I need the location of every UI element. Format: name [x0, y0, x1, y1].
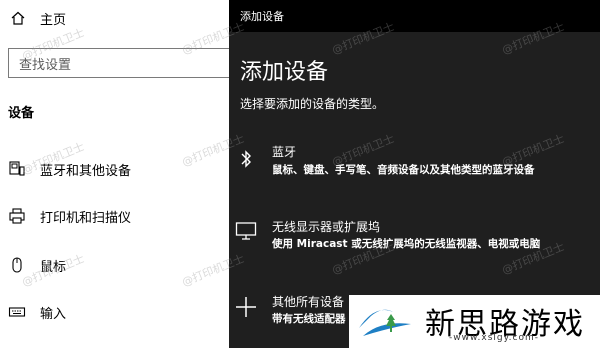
logo-url: -www.xslgy.com-: [449, 333, 539, 343]
dialog-subtitle: 选择要添加的设备的类型。: [240, 97, 385, 111]
option-title: 其他所有设备: [272, 295, 345, 309]
site-logo: 新思路游戏 -www.xslgy.com-: [349, 295, 600, 348]
home-nav-item[interactable]: 主页: [10, 8, 66, 28]
mouse-icon: [8, 256, 26, 274]
option-description: 带有无线适配器: [272, 313, 346, 325]
keyboard-icon: [8, 303, 26, 321]
sidebar-item-printers[interactable]: 打印机和扫描仪: [8, 205, 131, 227]
bluetooth-icon: [235, 148, 257, 170]
home-label: 主页: [40, 12, 67, 28]
sidebar-item-label: 输入: [40, 306, 67, 322]
sidebar-item-typing[interactable]: 输入: [8, 301, 66, 323]
option-description: 鼠标、键盘、手写笔、音频设备以及其他类型的蓝牙设备: [272, 164, 535, 176]
option-title: 蓝牙: [272, 145, 297, 159]
home-icon: [10, 10, 26, 26]
logo-mark-icon: [359, 309, 411, 336]
sidebar-item-label: 打印机和扫描仪: [40, 210, 132, 226]
dialog-heading: 添加设备: [240, 60, 329, 85]
monitor-icon: [235, 220, 257, 242]
option-title: 无线显示器或扩展坞: [272, 220, 381, 234]
printer-icon: [8, 207, 26, 225]
plus-icon: [235, 296, 257, 318]
option-description: 使用 Miracast 或无线扩展坞的无线监视器、电视或电脑: [272, 238, 541, 250]
section-title: 设备: [8, 106, 35, 121]
dialog-window-title: 添加设备: [240, 10, 284, 23]
